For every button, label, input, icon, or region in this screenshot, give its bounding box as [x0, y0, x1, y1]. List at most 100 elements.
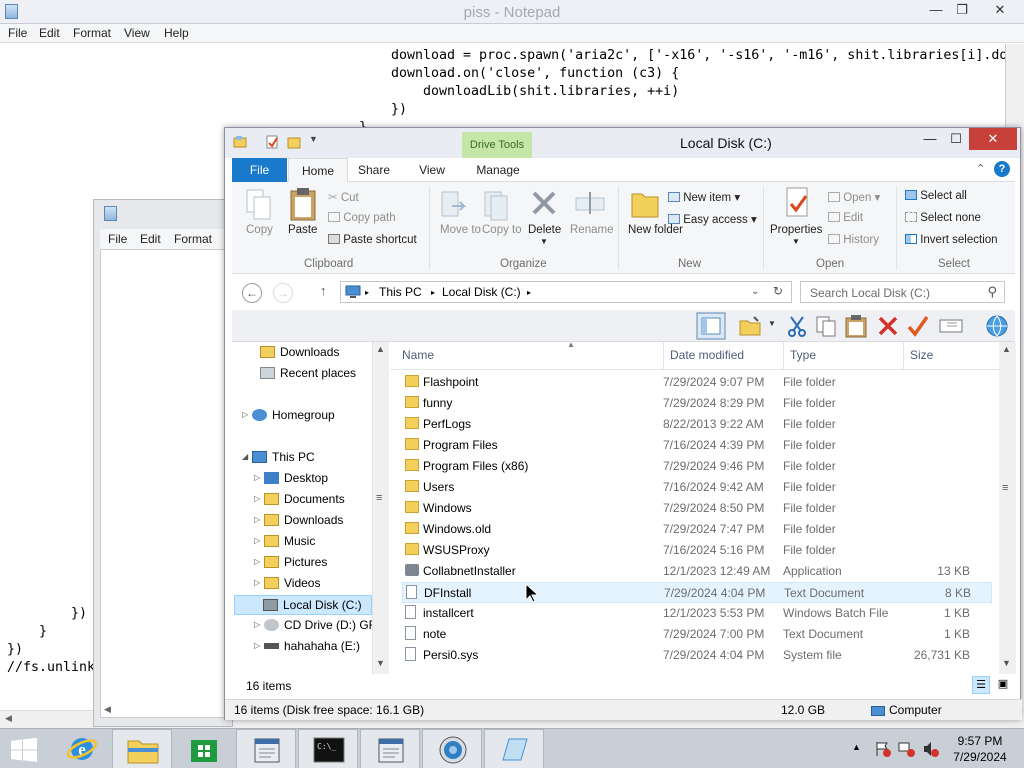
menu-file[interactable]: File	[108, 232, 127, 246]
large-icons-view-icon[interactable]: ▣	[994, 676, 1012, 694]
scroll-down-icon[interactable]: ▼	[1002, 658, 1011, 668]
taskbar-notepad-2[interactable]	[360, 729, 420, 768]
notepad2-title-bar[interactable]	[94, 200, 232, 228]
copy-path-button[interactable]: Copy path	[328, 212, 396, 224]
nav-item-pictures[interactable]: Pictures	[264, 553, 327, 573]
rename-button[interactable]: Rename	[570, 224, 613, 236]
nav-item-downloads[interactable]: Downloads	[264, 511, 343, 531]
back-button[interactable]: ←	[242, 283, 262, 303]
paste-shortcut-button[interactable]: Paste shortcut	[328, 234, 417, 246]
taskbar-app-globe[interactable]	[422, 729, 482, 768]
collapse-arrow-icon[interactable]: ◢	[242, 452, 248, 461]
cut-button[interactable]: ✂ Cut	[328, 190, 359, 204]
scroll-thumb-grip-icon[interactable]: ≡	[1002, 482, 1008, 494]
column-name[interactable]: Name	[402, 348, 434, 362]
navigation-pane-scrollbar[interactable]: ▲ ≡ ▼	[372, 342, 389, 674]
column-date-modified[interactable]: Date modified	[670, 348, 744, 362]
table-row[interactable]: CollabnetInstaller 12/1/2023 12:49 AM Appl…	[402, 561, 992, 582]
history-button[interactable]: History	[828, 234, 879, 246]
rename-icon[interactable]	[938, 315, 964, 337]
tab-view[interactable]: View	[410, 158, 454, 182]
table-row[interactable]: Persi0.sys 7/29/2024 4:04 PM System file 26…	[402, 645, 992, 666]
nav-item-downloads-favorite[interactable]: Downloads	[260, 343, 339, 363]
notepad-title-bar[interactable]: piss - Notepad — ❐ ✕	[0, 0, 1024, 24]
paste-icon[interactable]	[844, 314, 868, 338]
menu-view[interactable]: View	[124, 26, 150, 40]
properties-quick-icon[interactable]	[265, 135, 279, 149]
column-divider[interactable]	[903, 342, 904, 370]
volume-muted-icon[interactable]	[922, 741, 940, 757]
select-all-button[interactable]: Select all	[905, 190, 967, 202]
file-list-scrollbar[interactable]: ▲ ≡ ▼	[999, 342, 1016, 674]
menu-edit[interactable]: Edit	[140, 232, 161, 246]
taskbar-internet-explorer[interactable]: e	[52, 729, 112, 768]
table-row[interactable]: Windows 7/29/2024 8:50 PM File folder	[402, 498, 992, 519]
forward-button[interactable]: →	[273, 283, 293, 303]
search-input[interactable]: Search Local Disk (C:)	[810, 286, 930, 300]
scroll-left-icon[interactable]: ◀	[104, 704, 111, 715]
delete-button[interactable]: Delete	[528, 224, 561, 236]
network-globe-icon[interactable]	[984, 314, 1010, 338]
nav-item-local-disk[interactable]: Local Disk (C:)	[234, 595, 372, 615]
menu-file[interactable]: File	[8, 26, 27, 40]
table-row[interactable]: Program Files (x86) 7/29/2024 9:46 PM File…	[402, 456, 992, 477]
nav-item-videos[interactable]: Videos	[264, 574, 320, 594]
view-toggle-icon[interactable]	[696, 312, 726, 340]
tab-manage[interactable]: Manage	[468, 158, 528, 182]
refresh-icon[interactable]: ↻	[773, 284, 783, 298]
menu-format[interactable]: Format	[174, 232, 212, 246]
select-none-button[interactable]: Select none	[905, 212, 981, 224]
minimize-button[interactable]: —	[922, 0, 950, 20]
search-box[interactable]: Search Local Disk (C:) ⚲	[800, 281, 1005, 303]
expand-arrow-icon[interactable]: ▷	[254, 620, 260, 629]
nav-item-homegroup[interactable]: Homegroup	[252, 406, 335, 426]
invert-selection-button[interactable]: Invert selection	[905, 234, 998, 246]
folder-options-icon[interactable]	[738, 315, 762, 337]
tab-share[interactable]: Share	[352, 158, 396, 182]
table-row[interactable]: note 7/29/2024 7:00 PM Text Document 1 KB	[402, 624, 992, 645]
search-icon[interactable]: ⚲	[987, 284, 997, 300]
notepad2-text-area[interactable]: ◀	[100, 249, 232, 718]
expand-arrow-icon[interactable]: ▷	[254, 494, 260, 503]
nav-item-cd-drive[interactable]: CD Drive (D:) GRM	[264, 616, 387, 636]
taskbar-notepad-1[interactable]	[236, 729, 296, 768]
nav-item-hahahaha[interactable]: hahahaha (E:)	[264, 637, 360, 657]
breadcrumb-this-pc[interactable]: This PC	[379, 285, 422, 299]
table-row[interactable]: Flashpoint 7/29/2024 9:07 PM File folder	[402, 372, 992, 393]
copy-icon[interactable]	[815, 315, 837, 337]
delete-icon[interactable]	[877, 315, 899, 337]
details-view-icon[interactable]: ☰	[972, 676, 990, 694]
expand-arrow-icon[interactable]: ▷	[242, 410, 248, 419]
address-bar[interactable]: ▸ This PC ▸ Local Disk (C:) ▸ ⌄ ↻	[340, 281, 792, 303]
nav-item-music[interactable]: Music	[264, 532, 315, 552]
column-size[interactable]: Size	[910, 348, 933, 362]
drive-tools-context-tab[interactable]: Drive Tools	[462, 132, 532, 160]
checkmark-icon[interactable]	[906, 314, 930, 338]
start-windows-icon[interactable]	[10, 738, 38, 762]
new-item-button[interactable]: New item ▾	[668, 190, 740, 204]
new-folder-quick-icon[interactable]	[287, 135, 301, 149]
restore-button[interactable]: ❐	[948, 0, 976, 20]
table-row[interactable]: Windows.old 7/29/2024 7:47 PM File folder	[402, 519, 992, 540]
expand-arrow-icon[interactable]: ▷	[254, 515, 260, 524]
table-row[interactable]: funny 7/29/2024 8:29 PM File folder	[402, 393, 992, 414]
taskbar-command-prompt[interactable]: C:\_	[298, 729, 358, 768]
column-type[interactable]: Type	[790, 348, 816, 362]
maximize-button[interactable]: ☐	[943, 128, 969, 150]
properties-button[interactable]: Properties	[770, 224, 822, 236]
expand-arrow-icon[interactable]: ▷	[254, 536, 260, 545]
explorer-title-bar[interactable]: ▼ Drive Tools Local Disk (C:) — ☐ ✕	[225, 128, 1020, 160]
paste-button[interactable]: Paste	[288, 224, 317, 236]
network-icon[interactable]	[898, 741, 916, 757]
close-button[interactable]: ✕	[969, 128, 1017, 150]
menu-help[interactable]: Help	[164, 26, 189, 40]
scroll-down-icon[interactable]: ▼	[376, 658, 385, 668]
action-center-flag-icon[interactable]	[874, 741, 892, 757]
expand-arrow-icon[interactable]: ▷	[254, 641, 260, 650]
system-clock[interactable]: 9:57 PM 7/29/2024	[944, 733, 1016, 765]
minimize-button[interactable]: —	[917, 128, 943, 150]
show-hidden-icons-icon[interactable]: ▲	[852, 742, 861, 752]
expand-arrow-icon[interactable]: ▷	[254, 473, 260, 482]
table-row[interactable]: installcert 12/1/2023 5:53 PM Windows Batc…	[402, 603, 992, 624]
tab-home[interactable]: Home	[288, 158, 348, 183]
